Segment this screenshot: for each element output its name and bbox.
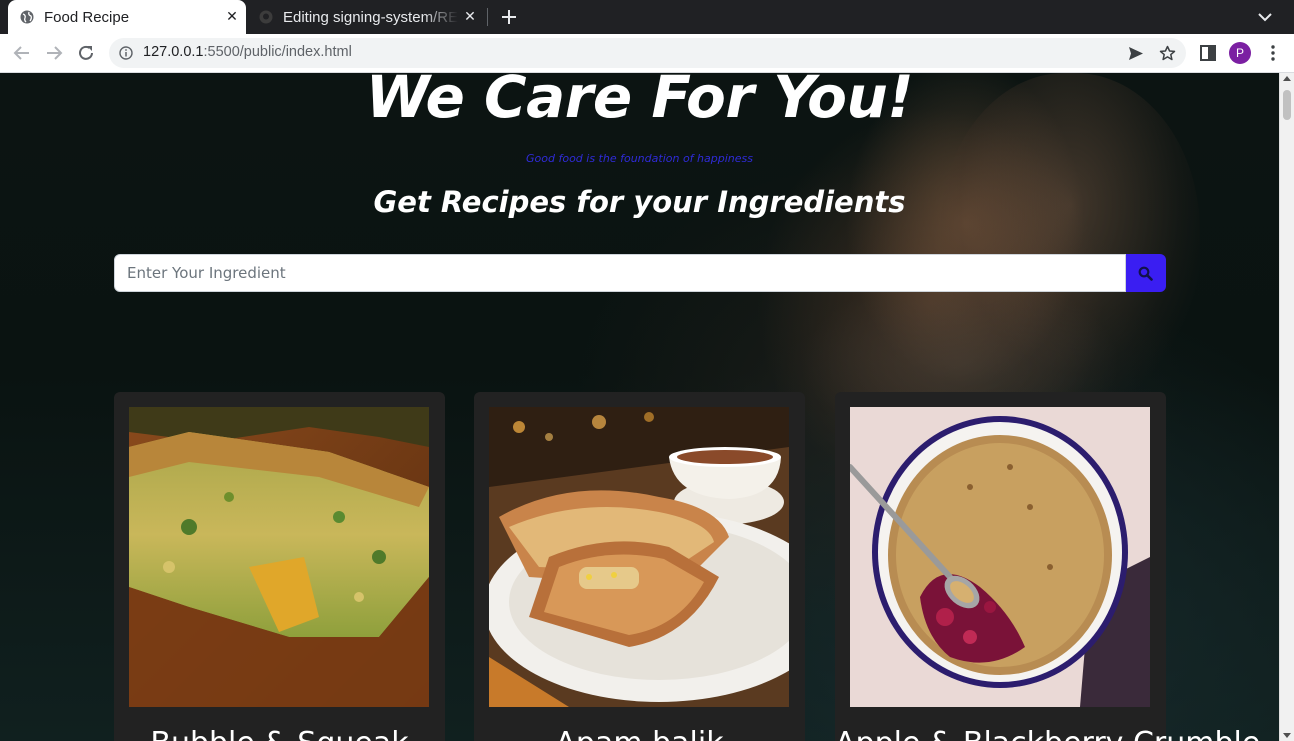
forward-arrow-icon[interactable] <box>44 43 64 63</box>
send-icon[interactable] <box>1127 45 1144 62</box>
recipe-card[interactable]: Apple & Blackberry Crumble <box>835 392 1260 741</box>
recipe-card[interactable]: Bubble & Squeak <box>114 392 445 741</box>
recipe-image-savory-bake[interactable] <box>129 407 429 707</box>
tab-editing-signing-system[interactable]: Editing signing-system/README ✕ <box>250 0 485 34</box>
browser-toolbar: 127.0.0.1:5500/public/index.html P <box>0 34 1294 73</box>
more-menu-icon[interactable] <box>1264 44 1282 62</box>
recipe-title[interactable]: Apam balik <box>474 726 805 741</box>
hero-subheadline: Get Recipes for your Ingredients <box>373 185 906 219</box>
recipe-image-berry-crumble[interactable] <box>850 407 1150 707</box>
search-button[interactable] <box>1126 254 1166 292</box>
globe-icon <box>20 10 34 24</box>
scrollbar-thumb[interactable] <box>1283 90 1291 120</box>
scroll-up-arrow-icon[interactable] <box>1283 76 1291 81</box>
hero-tagline: Good food is the foundation of happiness <box>526 152 753 165</box>
close-icon[interactable]: ✕ <box>224 9 240 25</box>
close-icon[interactable]: ✕ <box>462 9 478 25</box>
browser-tab-strip: Food Recipe ✕ Editing signing-system/REA… <box>0 0 1294 34</box>
chevron-down-icon[interactable] <box>1256 9 1274 25</box>
hero-headline: We Care For You! <box>365 73 914 131</box>
search-icon <box>1138 266 1153 281</box>
url-host: 127.0.0.1 <box>143 44 204 60</box>
new-tab-plus-icon[interactable] <box>500 8 518 26</box>
info-icon[interactable] <box>119 46 133 60</box>
tab-food-recipe[interactable]: Food Recipe ✕ <box>8 0 246 34</box>
reload-icon[interactable] <box>76 43 96 63</box>
back-arrow-icon[interactable] <box>12 43 32 63</box>
url-text: 127.0.0.1:5500/public/index.html <box>143 44 352 60</box>
tab-title: Editing signing-system/README <box>283 9 458 26</box>
url-path: :5500/public/index.html <box>203 44 352 60</box>
tab-divider <box>487 8 488 26</box>
ingredient-search-input[interactable] <box>114 254 1126 292</box>
recipe-title[interactable]: Apple & Blackberry Crumble <box>835 726 1260 741</box>
profile-avatar[interactable]: P <box>1229 42 1251 64</box>
tab-title: Food Recipe <box>44 9 130 26</box>
github-icon <box>259 10 273 24</box>
star-bookmark-icon[interactable] <box>1159 45 1176 62</box>
page-scrollbar[interactable] <box>1279 73 1294 741</box>
address-bar[interactable]: 127.0.0.1:5500/public/index.html <box>109 38 1186 68</box>
recipe-image-pancake-turnover[interactable] <box>489 407 789 707</box>
scroll-down-arrow-icon[interactable] <box>1283 733 1291 738</box>
recipe-title[interactable]: Bubble & Squeak <box>114 726 445 741</box>
recipe-card[interactable]: Apam balik <box>474 392 805 741</box>
side-panel-icon[interactable] <box>1199 44 1217 62</box>
page-viewport: We Care For You! Good food is the founda… <box>0 73 1279 741</box>
